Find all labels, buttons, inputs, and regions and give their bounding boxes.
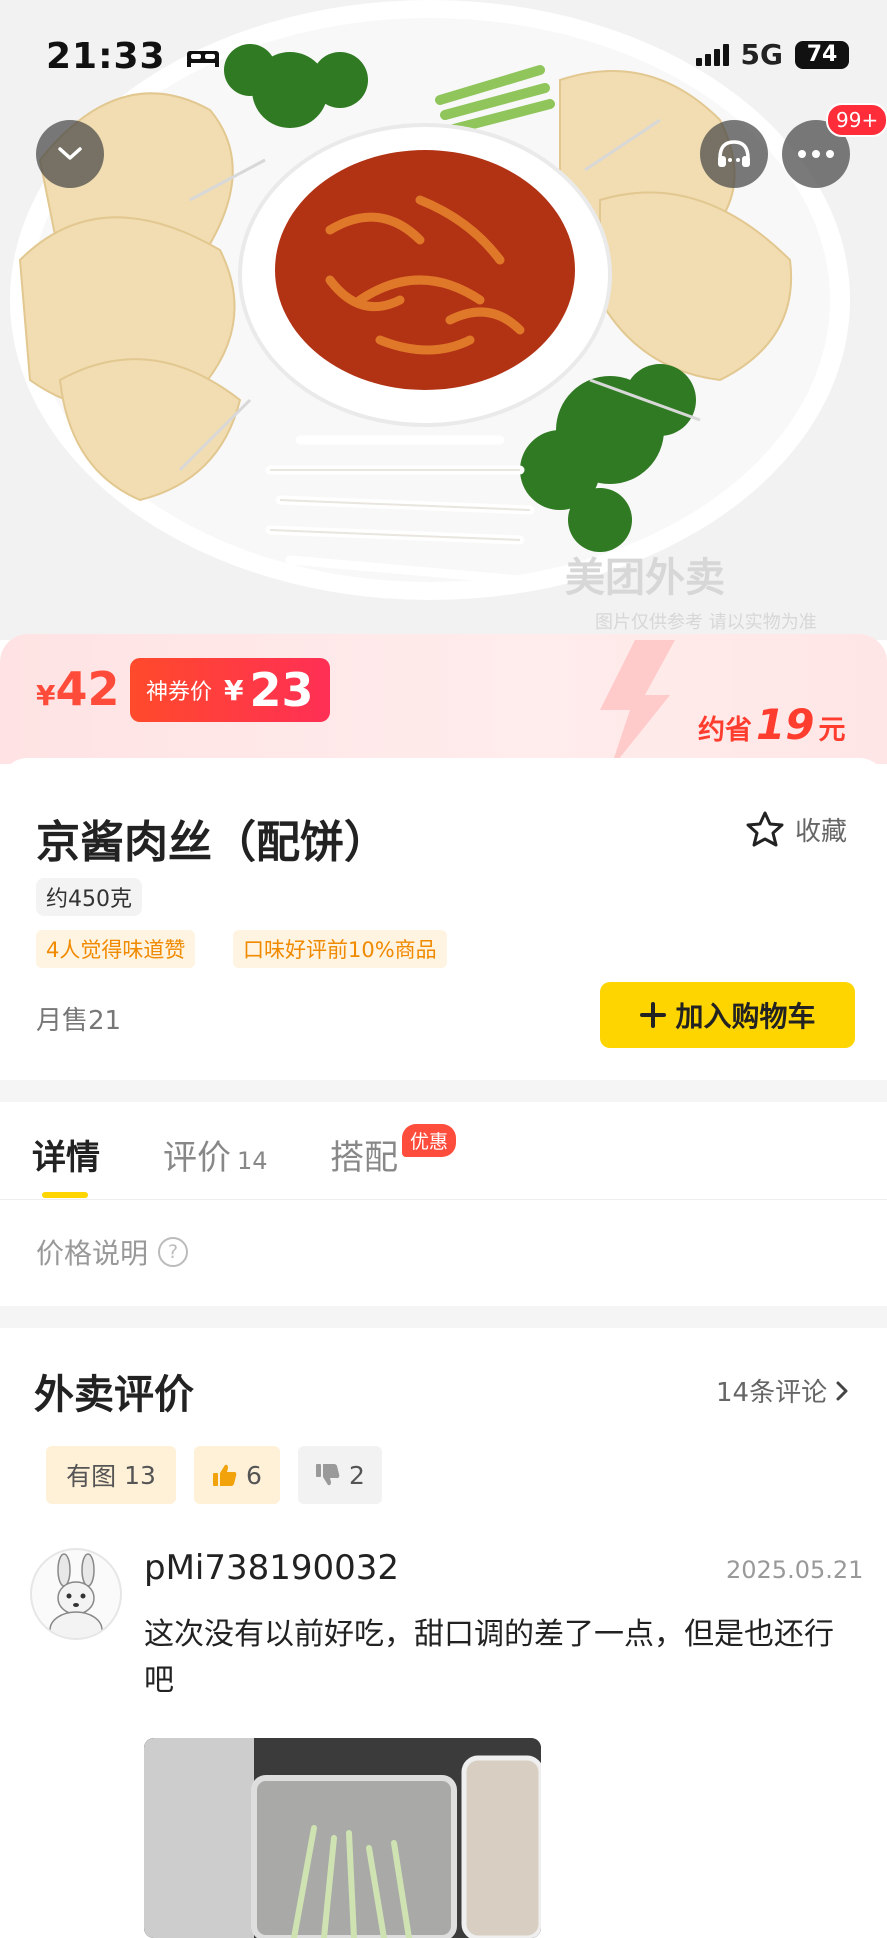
favorite-button[interactable]: 收藏 xyxy=(745,810,847,848)
tab-reviews-label: 评价 xyxy=(163,1138,231,1178)
top-rated-tag: 口味好评前10%商品 xyxy=(233,930,447,968)
review-photo-image xyxy=(144,1738,541,1938)
savings-prefix: 约省 xyxy=(698,715,752,746)
filter-thumbs-up[interactable]: 6 xyxy=(194,1446,280,1504)
review-text: 这次没有以前好吃，甜口调的差了一点，但是也还行吧 xyxy=(144,1617,834,1698)
filter-photos-label: 有图 xyxy=(66,1462,117,1491)
chevron-down-icon xyxy=(58,147,82,160)
battery-icon: 74 xyxy=(795,40,849,69)
review-photo[interactable] xyxy=(144,1738,541,1938)
savings-amount: 19 xyxy=(756,700,815,749)
tab-details[interactable]: 详情 xyxy=(32,1130,100,1179)
brand-watermark: 美团外卖 xyxy=(565,555,725,601)
tab-combos[interactable]: 搭配 xyxy=(330,1130,398,1179)
kangaroo-avatar-icon xyxy=(49,1553,103,1638)
tab-reviews-count: 14 xyxy=(237,1147,268,1175)
status-time: 21:33 xyxy=(46,36,221,77)
price-explanation[interactable]: 价格说明 ? xyxy=(36,1232,189,1272)
avatar[interactable] xyxy=(30,1548,122,1640)
battery-level: 74 xyxy=(806,42,838,67)
chevron-right-icon xyxy=(836,1381,848,1400)
add-to-cart-label: 加入购物车 xyxy=(675,1000,816,1033)
status-time-text: 21:33 xyxy=(46,36,166,77)
filter-thumbs-down-count: 2 xyxy=(349,1460,365,1490)
monthly-sales: 月售21 xyxy=(36,1006,122,1036)
plus-icon xyxy=(640,1002,667,1028)
coupon-price-pill: 神券价 ¥ 23 xyxy=(130,658,330,722)
promo-badge: 优惠 xyxy=(402,1124,457,1157)
filter-with-photos[interactable]: 有图 13 xyxy=(46,1446,176,1504)
star-icon xyxy=(746,811,784,847)
filter-thumbs-down[interactable]: 2 xyxy=(298,1446,382,1504)
tabs-divider xyxy=(0,1199,887,1200)
reviews-title: 外卖评价 xyxy=(34,1372,194,1418)
original-price: ¥42 xyxy=(36,662,120,716)
thumbs-down-icon xyxy=(316,1464,340,1486)
review-date: 2025.05.21 xyxy=(726,1556,864,1584)
taste-praise-tag: 4人觉得味道赞 xyxy=(36,930,196,968)
tab-reviews[interactable]: 评价 14 xyxy=(163,1130,268,1179)
dish-illustration xyxy=(0,0,887,640)
original-price-value: 42 xyxy=(55,662,120,716)
filter-thumbs-up-count: 6 xyxy=(246,1460,262,1490)
section-divider xyxy=(0,1080,887,1102)
headset-icon xyxy=(718,140,750,167)
network-type: 5G xyxy=(740,38,783,71)
coupon-price-value: 23 xyxy=(249,663,314,717)
collapse-button[interactable] xyxy=(36,120,104,188)
favorite-label: 收藏 xyxy=(795,816,848,847)
savings-suffix: 元 xyxy=(818,715,846,746)
product-title: 京酱肉丝（配饼） xyxy=(36,817,388,868)
notification-badge: 99+ xyxy=(826,103,887,137)
all-reviews-link[interactable]: 14条评论 xyxy=(716,1372,849,1409)
question-icon: ? xyxy=(158,1237,189,1267)
savings-text: 约省19 元 xyxy=(698,700,845,749)
add-to-cart-button[interactable]: 加入购物车 xyxy=(600,982,855,1048)
thumbs-up-icon xyxy=(213,1464,237,1486)
signal-icon xyxy=(695,43,729,66)
active-tab-indicator xyxy=(42,1192,88,1198)
weight-tag: 约450克 xyxy=(36,878,142,916)
coupon-label: 神券价 xyxy=(146,680,213,705)
more-dots-icon xyxy=(798,150,834,158)
price-explanation-label: 价格说明 xyxy=(36,1237,149,1270)
bed-icon xyxy=(187,51,220,67)
reviews-count-label: 14条评论 xyxy=(716,1378,828,1408)
review-username[interactable]: pMi738190032 xyxy=(144,1548,399,1588)
watermark-note: 图片仅供参考 请以实物为准 xyxy=(595,612,817,633)
section-divider xyxy=(0,1306,887,1328)
currency-symbol: ¥ xyxy=(224,673,244,707)
tab-details-label: 详情 xyxy=(32,1138,100,1178)
customer-service-button[interactable] xyxy=(700,120,768,188)
currency-symbol: ¥ xyxy=(36,679,56,712)
filter-photos-count: 13 xyxy=(124,1460,156,1490)
status-indicators: 5G 74 xyxy=(695,38,849,71)
lightning-icon xyxy=(600,640,675,770)
product-hero-image xyxy=(0,0,887,640)
tab-combos-label: 搭配 xyxy=(330,1138,398,1178)
